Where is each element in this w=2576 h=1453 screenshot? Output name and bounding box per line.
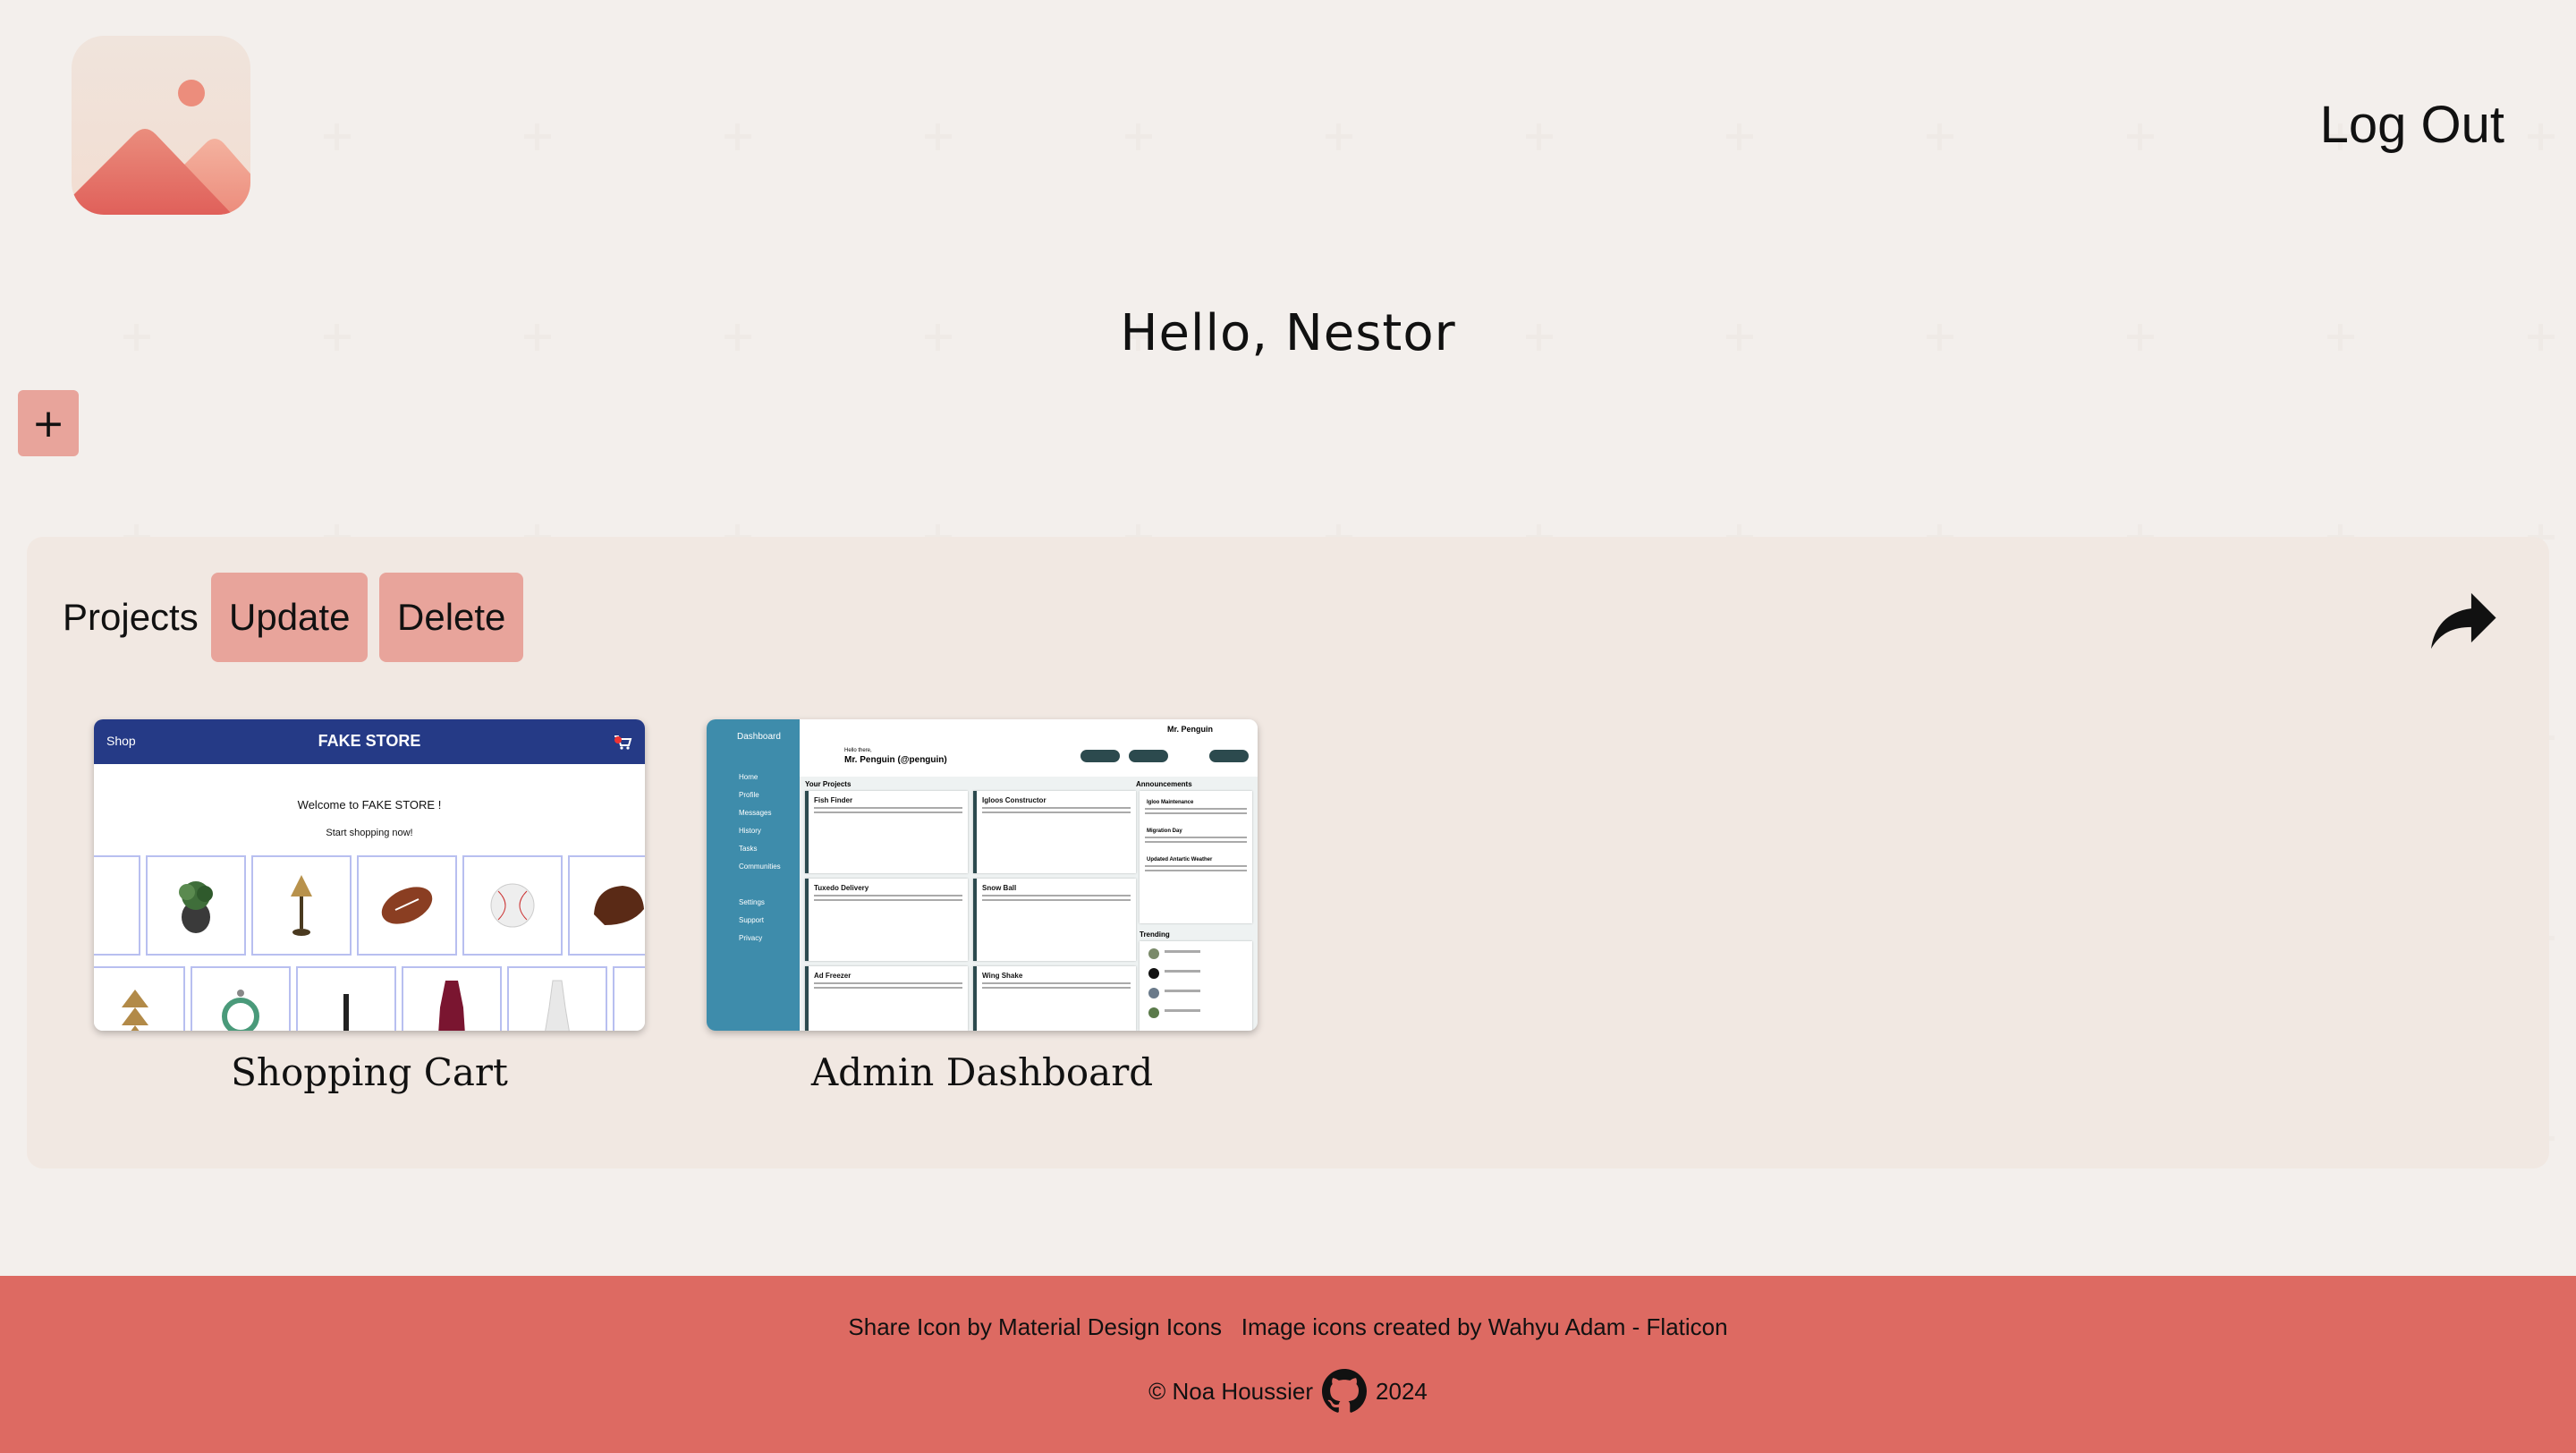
mountain-image-icon [72,36,250,215]
logout-button[interactable]: Log Out [2320,95,2504,155]
update-button[interactable]: Update [211,573,369,662]
product-tile [613,966,645,1031]
dash-title: Dashboard [737,732,781,742]
dash-nav: History [739,827,761,835]
footer: Share Icon by Material Design Icons Imag… [0,1276,2576,1453]
projects-title: Projects [63,596,199,638]
greeting-heading: Hello, Nestor [1120,304,1456,362]
projects-panel: Projects Update Delete Shop FAKE STORE W… [27,537,2549,1168]
product-tile [94,855,140,956]
product-tile [402,966,502,1031]
dashboard-sidebar: Dashboard Home Profile Messages History … [707,719,800,1031]
add-project-button[interactable]: + [18,390,79,456]
dash-nav: Messages [739,809,772,817]
cart-icon [614,735,632,750]
footer-copyright: © Noa Houssier 2024 [0,1369,2576,1414]
product-tile [507,966,607,1031]
product-tile [146,855,246,956]
dash-project-card: Tuxedo Delivery [805,879,968,961]
store-start: Start shopping now! [326,828,413,838]
store-brand: FAKE STORE [318,732,421,750]
store-navbar: Shop FAKE STORE [94,719,645,764]
dashboard-header: Hello there, Mr. Penguin (@penguin) Mr. … [800,719,1258,777]
dash-project-card: Ad Freezer [805,966,968,1031]
dash-hello: Hello there, [844,748,872,753]
project-card-shopping-cart[interactable]: Shop FAKE STORE Welcome to FAKE STORE ! … [94,719,645,1094]
product-tile [251,855,352,956]
product-tile [568,855,645,956]
dash-project-card: Igloos Constructor [973,791,1136,873]
project-card-admin-dashboard[interactable]: Dashboard Home Profile Messages History … [707,719,1258,1094]
store-welcome: Welcome to FAKE STORE ! [297,798,442,811]
product-tile [94,966,185,1031]
dash-nav: Profile [739,791,759,799]
app-logo[interactable] [72,36,250,215]
copyright-owner: © Noa Houssier [1148,1377,1314,1405]
dash-nav: Settings [739,898,765,906]
dash-nav: Tasks [739,845,758,853]
dash-nav: Home [739,773,758,781]
product-tile [357,855,457,956]
dash-trending: Trending [1140,930,1170,939]
product-row [94,966,645,1031]
project-thumbnail[interactable]: Dashboard Home Profile Messages History … [707,719,1258,1031]
project-card-label: Admin Dashboard [810,1050,1154,1094]
copyright-year: 2024 [1376,1377,1428,1405]
dash-trending-box [1140,941,1252,1031]
dash-announcements: Announcements [1136,780,1192,788]
product-tile [462,855,563,956]
project-card-label: Shopping Cart [231,1050,508,1094]
dash-nav: Communities [739,862,781,871]
share-icon[interactable] [2428,587,2503,655]
product-tile [191,966,291,1031]
dash-nav: Support [739,916,765,924]
dash-project-card: Wing Shake [973,966,1136,1031]
dash-user-short: Mr. Penguin [1166,725,1213,734]
dash-project-card: Fish Finder [805,791,968,873]
dash-user: Mr. Penguin (@penguin) [844,755,947,765]
project-thumbnail[interactable]: Shop FAKE STORE Welcome to FAKE STORE ! … [94,719,645,1031]
product-row [94,855,645,956]
footer-credits: Share Icon by Material Design Icons Imag… [848,1313,1728,1340]
delete-button[interactable]: Delete [379,573,524,662]
product-tile [296,966,396,1031]
dash-project-card: Snow Ball [973,879,1136,961]
dash-announcements-box: Igloo Maintenance Migration Day Updated … [1140,791,1252,923]
dash-your-projects: Your Projects [805,780,852,788]
github-icon[interactable] [1322,1369,1368,1414]
dash-nav: Privacy [739,934,763,942]
